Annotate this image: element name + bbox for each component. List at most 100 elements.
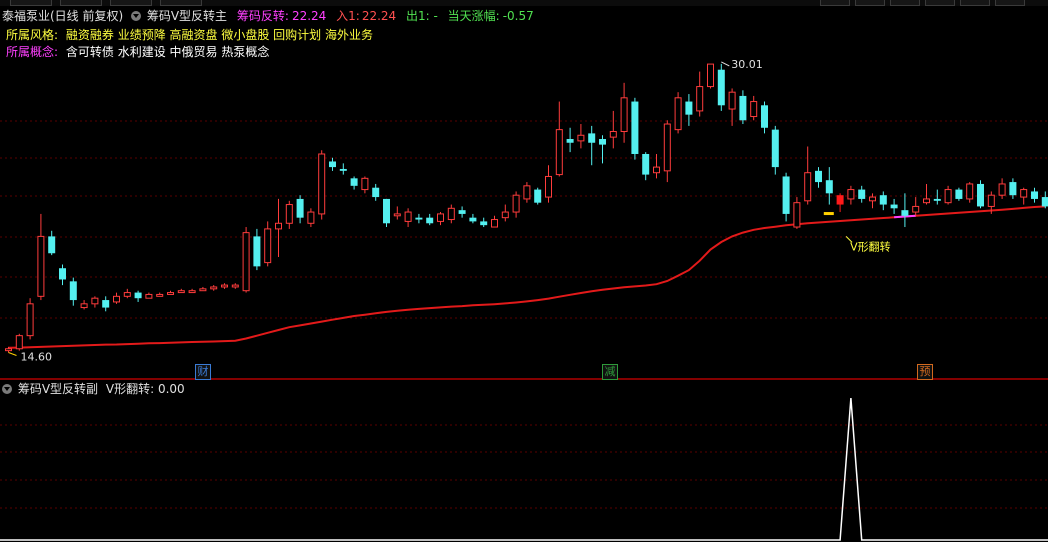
sub-chart[interactable]	[0, 380, 1048, 542]
candle-body	[696, 86, 704, 112]
signal-value: 22.24	[291, 9, 327, 23]
candle-body	[253, 236, 261, 267]
candle-body	[199, 288, 207, 292]
candle-body	[426, 217, 434, 224]
candle-body	[847, 189, 855, 200]
candle-body	[501, 211, 509, 219]
candle-body	[1031, 191, 1038, 199]
candle-body	[555, 129, 563, 176]
exit-label: 出1: -	[406, 9, 438, 23]
candle-body	[318, 153, 326, 215]
candle-body	[771, 129, 779, 168]
candle-body	[858, 189, 866, 199]
sub-indicator-name[interactable]: 筹码V型反转副	[18, 382, 98, 396]
candle-body	[296, 198, 304, 218]
candle-body	[523, 185, 531, 200]
marker-forecast[interactable]: 预	[917, 364, 933, 380]
candle-body	[59, 268, 66, 280]
stock-title: 泰福泵业(日线 前复权)	[2, 9, 124, 23]
candle-body	[264, 228, 272, 264]
candle-body	[69, 281, 77, 301]
candle-body	[717, 69, 725, 106]
signal-label: 筹码反转:	[236, 9, 289, 23]
candle-body	[26, 303, 34, 337]
candle-body	[404, 211, 412, 222]
candle-body	[836, 195, 844, 205]
candle-body	[372, 187, 380, 198]
candle-body	[534, 189, 542, 203]
candle-body	[545, 175, 552, 198]
indicator-toggle-icon[interactable]	[131, 11, 142, 21]
candle-body	[609, 131, 617, 138]
candle-body	[663, 123, 671, 172]
candle-body	[491, 219, 498, 228]
candle-body	[210, 286, 218, 290]
candle-body	[739, 95, 747, 121]
indicator-name[interactable]: 筹码V型反转主	[147, 9, 227, 23]
candle-body	[588, 133, 596, 143]
signal-marker	[823, 212, 834, 216]
candle-body	[480, 221, 488, 226]
candle-body	[869, 196, 876, 202]
sub-value-label: V形翻转: 0.00	[105, 382, 185, 396]
candle-body	[361, 177, 369, 191]
marker-reduce[interactable]: 减	[602, 364, 618, 380]
candle-body	[631, 101, 639, 154]
candle-body	[761, 105, 768, 128]
candle-body	[1009, 182, 1017, 196]
candle-body	[393, 213, 401, 217]
entry-value: 22.24	[361, 9, 397, 23]
candle-body	[750, 101, 758, 118]
style-label: 所属风格:	[6, 28, 59, 42]
candle-body	[285, 204, 293, 224]
candle-body	[80, 303, 88, 309]
candle-body	[825, 180, 833, 194]
candle-body	[188, 290, 196, 294]
concept-row: 所属概念: 含可转债 水利建设 中俄贸易 热泵概念	[6, 44, 275, 60]
candle-body	[944, 189, 952, 204]
candle-body	[815, 170, 822, 183]
candle-body	[674, 97, 682, 131]
entry-label: 入1:	[336, 9, 360, 23]
candle-body	[707, 63, 714, 88]
candle-body	[577, 134, 585, 142]
style-row: 所属风格: 融资融券 业绩预降 高融资盘 微小盘股 回购计划 海外业务	[6, 27, 379, 43]
high-arrow	[721, 61, 730, 67]
sub-signal-line	[0, 397, 1048, 541]
sub-header: 筹码V型反转副 V形翻转: 0.00	[2, 381, 191, 397]
candle-body	[1041, 197, 1048, 207]
candle-body	[599, 139, 606, 145]
candle-body	[221, 284, 228, 288]
sub-indicator-toggle-icon[interactable]	[2, 384, 12, 394]
marker-finance[interactable]: 财	[195, 364, 211, 380]
candle-body	[793, 202, 801, 228]
candle-body	[383, 198, 390, 224]
candle-body	[123, 292, 131, 297]
candle-body	[177, 290, 185, 294]
candle-body	[728, 91, 736, 110]
main-header: 泰福泵业(日线 前复权) 筹码V型反转主 筹码反转: 22.24 入1: 22.24…	[2, 8, 540, 24]
style-value: 融资融券 业绩预降 高融资盘 微小盘股 回购计划 海外业务	[65, 28, 373, 42]
candle-body	[804, 172, 812, 202]
candle-body	[231, 284, 239, 288]
candle-body	[307, 211, 315, 224]
candle-body	[685, 101, 693, 115]
v-reversal-label: V形翻转	[850, 239, 891, 253]
candle-body	[242, 232, 250, 292]
candle-body	[329, 161, 336, 168]
candle-body	[339, 168, 347, 171]
concept-label: 所属概念:	[6, 45, 59, 59]
candle-body	[923, 198, 930, 204]
candle-body	[167, 292, 174, 295]
change-value: -0.57	[502, 9, 534, 23]
candle-body	[912, 205, 920, 213]
candle-body	[134, 292, 142, 299]
candle-body	[642, 153, 650, 175]
concept-value: 含可转债 水利建设 中俄贸易 热泵概念	[65, 45, 270, 59]
candle-body	[890, 204, 898, 209]
candle-body	[879, 195, 887, 205]
candle-body	[782, 176, 790, 214]
candle-body	[901, 210, 909, 216]
candle-body	[275, 222, 282, 230]
candle-body	[966, 183, 974, 200]
